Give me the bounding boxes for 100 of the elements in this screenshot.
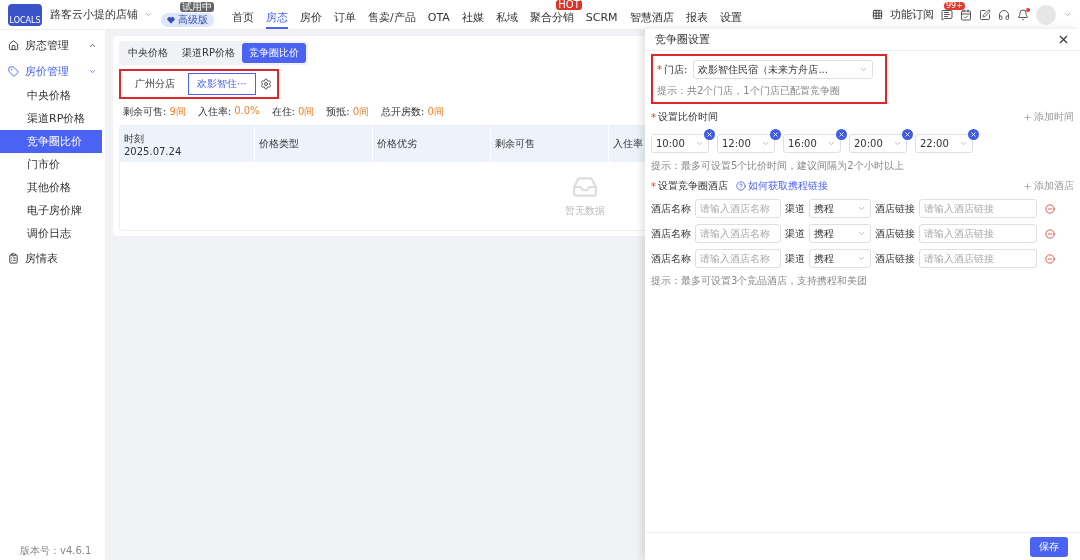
sidebar-item[interactable]: 中央价格 [0, 84, 102, 107]
column-header: 入住率 [613, 137, 643, 151]
plus-icon [1023, 181, 1032, 191]
store-tab[interactable]: 欢影智住··· [188, 73, 256, 95]
plan-badge: 高级版 [161, 12, 214, 27]
field-label: 渠道 [785, 226, 805, 241]
stat-value: 0间 [352, 105, 370, 119]
column-header: 时刻 [124, 131, 144, 146]
field-label: 酒店链接 [875, 201, 915, 216]
store-select[interactable]: 欢影智住民宿（未来方舟店... [693, 60, 874, 79]
tab[interactable]: 竞争圈比价 [242, 43, 306, 63]
remove-icon[interactable] [902, 129, 913, 140]
sidebar-group[interactable]: 房情表 [0, 245, 105, 271]
column-header: 价格类型 [259, 137, 299, 151]
hotel-link-input[interactable]: 请输入酒店链接 [919, 249, 1037, 268]
empty-inbox-icon [572, 174, 598, 200]
remove-icon[interactable] [836, 129, 847, 140]
calendar-icon[interactable] [960, 8, 972, 21]
close-icon[interactable] [1057, 33, 1070, 46]
version-text: 版本号：v4.6.1 [20, 544, 92, 558]
sidebar-item[interactable]: 渠道RP价格 [0, 107, 102, 130]
message-icon[interactable] [941, 8, 953, 21]
column-header: 剩余可售 [495, 137, 535, 151]
hotel-link-input[interactable]: 请输入酒店链接 [919, 224, 1037, 243]
field-label: 酒店名称 [651, 226, 691, 241]
hotel-name-input[interactable]: 请输入酒店名称 [695, 249, 781, 268]
settings-icon[interactable] [259, 78, 272, 90]
chevron-down-icon [959, 139, 968, 148]
chevron-down-icon [827, 139, 836, 148]
stat-label: 预抵: [326, 105, 350, 119]
sidebar-group[interactable]: 房价管理 [0, 58, 105, 84]
field-label: 酒店名称 [651, 251, 691, 266]
field-label: 渠道 [785, 251, 805, 266]
tab[interactable]: 中央价格 [121, 43, 175, 63]
heart-icon [167, 15, 175, 24]
nav-item[interactable]: SCRM [585, 11, 618, 29]
nav-item[interactable]: 私域 [495, 11, 518, 29]
hint-text: 提示：共2个门店，1个门店已配置竞争圈 [657, 84, 841, 98]
trial-tag: 试用中 [180, 1, 214, 12]
subscribe-link[interactable]: 功能订阅 [890, 7, 934, 22]
remove-icon[interactable] [704, 129, 715, 140]
save-button[interactable]: 保存 [1030, 536, 1068, 557]
channel-select[interactable]: 携程 [809, 249, 871, 268]
remove-icon[interactable] [968, 129, 979, 140]
drawer-title: 竞争圈设置 [655, 32, 710, 47]
hotel-name-input[interactable]: 请输入酒店名称 [695, 224, 781, 243]
nav-item[interactable]: 售卖/产品 [368, 11, 416, 29]
nav-item[interactable]: 智慧酒店 [629, 11, 674, 29]
stat-label: 剩余可售: [123, 105, 167, 119]
edit-icon[interactable] [979, 8, 991, 21]
sidebar-item[interactable]: 电子房价牌 [0, 199, 102, 222]
tag-icon [8, 65, 19, 77]
nav-item[interactable]: 房价 [300, 11, 322, 29]
chevron-down-icon [695, 139, 704, 148]
help-link[interactable]: 如何获取携程链接 [736, 179, 828, 193]
hotel-name-input[interactable]: 请输入酒店名称 [695, 199, 781, 218]
home-icon [8, 39, 19, 51]
sidebar-item[interactable]: 门市价 [0, 153, 102, 176]
required-mark: * [651, 180, 656, 192]
logo-text: LOCALS [9, 16, 41, 25]
chevron-down-icon [857, 254, 866, 263]
stat-value: 0.0% [234, 105, 260, 118]
sidebar-item[interactable]: 竞争圈比价 [0, 130, 102, 153]
nav-item[interactable]: OTA [427, 11, 450, 29]
stat-value: 0间 [427, 105, 444, 119]
chevron-down-icon [761, 139, 770, 148]
sidebar-item[interactable]: 调价日志 [0, 222, 102, 245]
channel-select[interactable]: 携程 [809, 224, 871, 243]
required-mark: * [651, 111, 656, 123]
nav-item[interactable]: 设置 [719, 11, 742, 29]
clipboard-icon [8, 252, 19, 264]
stat-value: 0间 [297, 105, 315, 119]
hint-text: 提示：最多可设置3个竞品酒店，支持携程和美团 [651, 274, 869, 288]
sidebar-item[interactable]: 其他价格 [0, 176, 102, 199]
bell-icon[interactable] [1017, 8, 1029, 21]
hotel-link-input[interactable]: 请输入酒店链接 [919, 199, 1037, 218]
headset-icon[interactable] [998, 8, 1010, 21]
grid-icon[interactable] [872, 9, 883, 20]
nav-item[interactable]: 聚合分销 [529, 11, 574, 29]
help-icon [736, 181, 746, 191]
section-label: 设置竞争圈酒店 [658, 179, 728, 193]
field-label: 酒店名称 [651, 201, 691, 216]
chevron-down-icon [859, 65, 869, 74]
remove-icon[interactable] [770, 129, 781, 140]
nav-item[interactable]: 首页 [232, 11, 254, 29]
field-label: 酒店链接 [875, 226, 915, 241]
channel-select[interactable]: 携程 [809, 199, 871, 218]
column-date: 2025.07.24 [124, 145, 182, 157]
sidebar-group[interactable]: 房态管理 [0, 32, 105, 58]
store-tab[interactable]: 广州分店 [126, 73, 184, 95]
nav-item[interactable]: 订单 [334, 11, 356, 29]
chevron-down-icon [893, 139, 902, 148]
nav-item[interactable]: 社媒 [461, 11, 484, 29]
chevron-down-icon [857, 229, 866, 238]
hint-text: 提示：最多可设置5个比价时间，建议间隔为2个小时以上 [651, 159, 905, 173]
tab[interactable]: 渠道RP价格 [175, 43, 242, 63]
store-name[interactable]: 路客云小提的店铺 [50, 7, 138, 22]
nav-item[interactable]: 报表 [685, 11, 708, 29]
field-label: 酒店链接 [875, 251, 915, 266]
stat-label: 在住: [271, 105, 295, 119]
